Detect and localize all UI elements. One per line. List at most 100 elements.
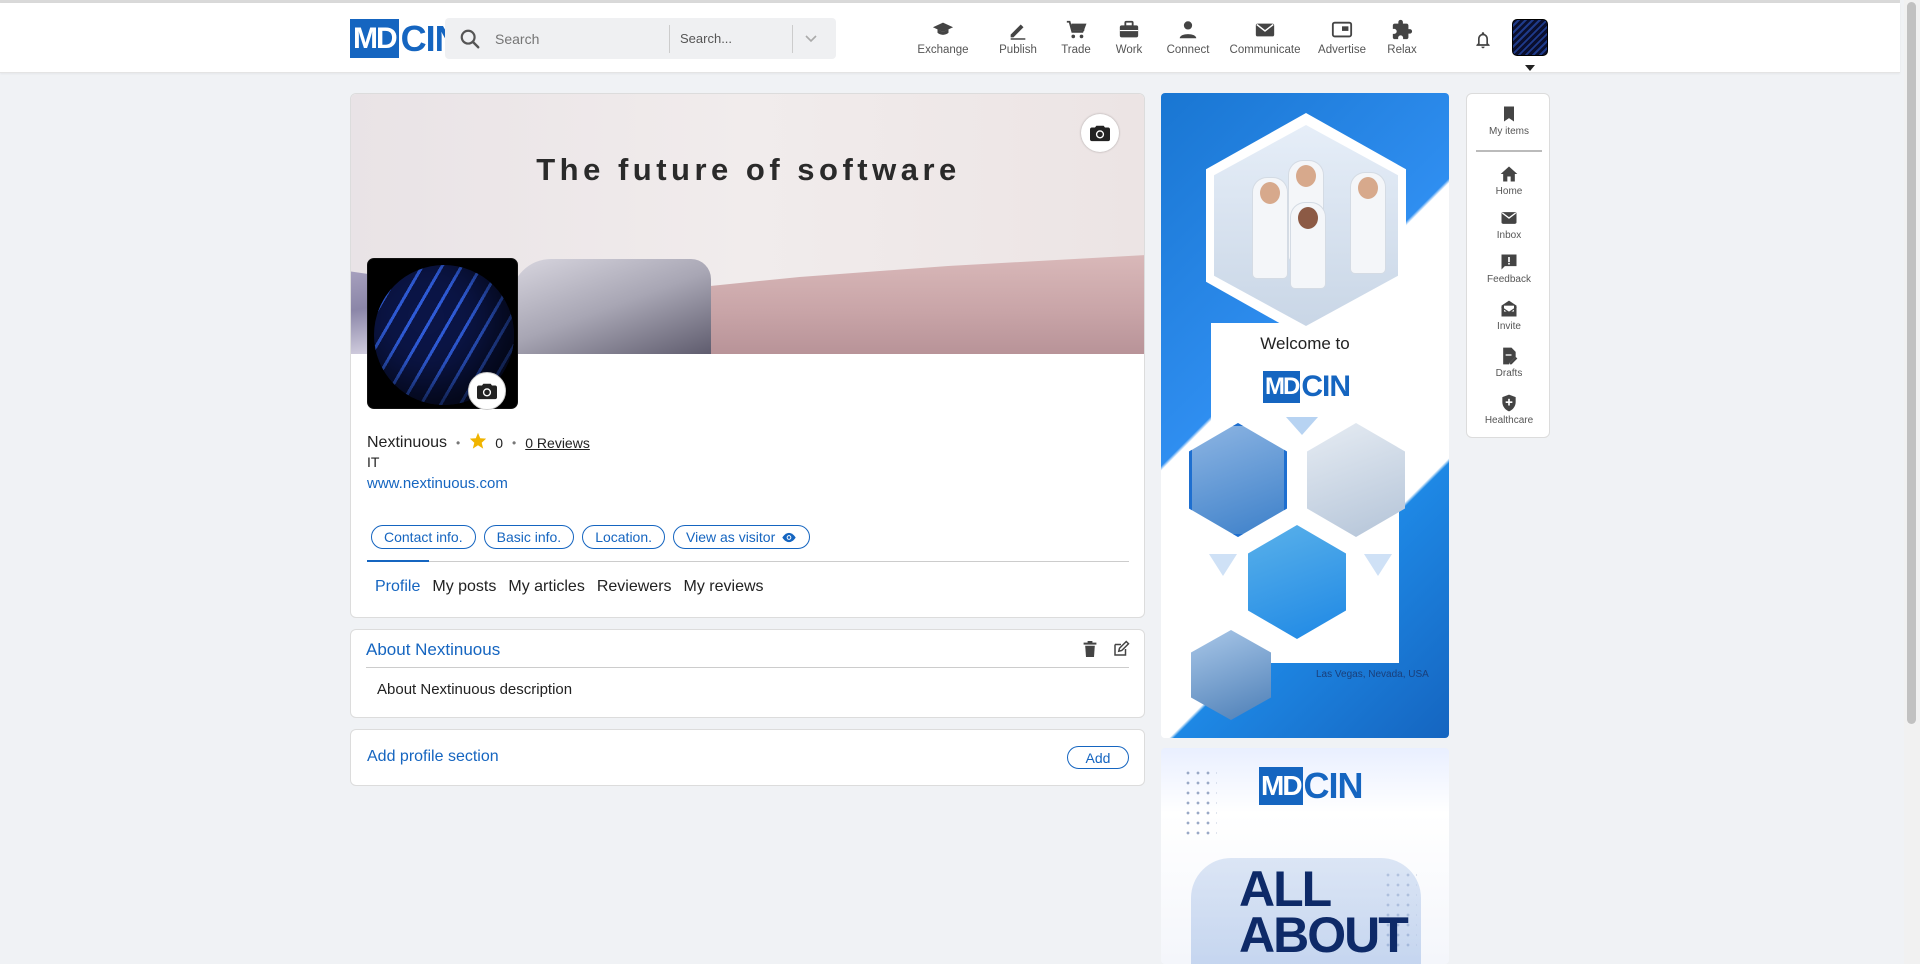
home-icon — [1500, 166, 1518, 182]
ad-logo-cin: CIN — [1303, 765, 1364, 806]
sidebar-item-feedback[interactable]: Feedback — [1467, 252, 1551, 285]
cover-human-hand — [651, 255, 1144, 354]
nav-connect[interactable]: Connect — [1161, 19, 1215, 63]
search-bar: Search... — [445, 18, 836, 59]
ad-logo-md: MD — [1259, 767, 1303, 805]
about-divider — [366, 667, 1129, 668]
location-chip[interactable]: Location. — [582, 525, 666, 549]
separator-dot: • — [512, 436, 517, 450]
profile-chips: Contact info. Basic info. Location. View… — [371, 525, 811, 549]
ad-doctor-figure — [1291, 203, 1325, 288]
bell-icon[interactable] — [1473, 29, 1493, 56]
profile-card: The future of software Nextinuous • 0 • … — [350, 93, 1145, 618]
ad-triangle — [1364, 554, 1392, 576]
shield-icon — [1502, 394, 1516, 412]
reviews-link[interactable]: 0 Reviews — [525, 435, 590, 451]
sidebar-item-home[interactable]: Home — [1467, 164, 1551, 197]
search-scope-select[interactable]: Search... — [680, 31, 792, 46]
profile-industry: IT — [367, 454, 380, 470]
cover-robot-hand — [511, 259, 711, 354]
tab-my-posts[interactable]: My posts — [432, 578, 496, 596]
logo-md: MD — [350, 19, 399, 58]
mdcin-logo[interactable]: MD CIN — [350, 19, 461, 58]
ad-triangle — [1209, 554, 1237, 576]
ad-headline: ALL ABOUT — [1239, 861, 1409, 960]
user-avatar[interactable] — [1512, 19, 1548, 56]
top-navbar: MD CIN Search... Exchange Publish Trade … — [0, 3, 1900, 73]
search-icon[interactable] — [445, 28, 495, 50]
camera-icon — [477, 383, 497, 400]
search-divider — [669, 24, 670, 53]
nav-label: Trade — [1061, 44, 1091, 56]
nav-advertise[interactable]: Advertise — [1311, 19, 1373, 63]
nav-communicate[interactable]: Communicate — [1225, 19, 1305, 63]
nav-label: Work — [1115, 44, 1143, 56]
search-input[interactable] — [495, 30, 665, 47]
chip-label: Basic info. — [496, 529, 562, 545]
nav-publish[interactable]: Publish — [986, 19, 1050, 63]
tab-reviewers[interactable]: Reviewers — [597, 578, 672, 596]
drafts-icon — [1503, 347, 1518, 365]
ad-banner-welcome[interactable]: Welcome to MD CIN Las Vegas, Nevada, USA — [1161, 93, 1449, 738]
main-nav: Exchange Publish Trade Work Connect Comm… — [910, 19, 1425, 63]
tab-my-articles[interactable]: My articles — [508, 578, 584, 596]
ad-triangle — [1286, 417, 1318, 435]
sidebar-item-my-items[interactable]: My items — [1467, 104, 1551, 137]
envelope-icon — [1255, 23, 1275, 37]
nav-exchange[interactable]: Exchange — [910, 19, 976, 63]
nav-label: Advertise — [1318, 44, 1366, 56]
change-profile-picture-button[interactable] — [468, 372, 506, 410]
chevron-down-icon[interactable] — [793, 34, 829, 44]
tabs-divider — [367, 561, 1129, 562]
basic-info-chip[interactable]: Basic info. — [483, 525, 575, 549]
sidebar-item-drafts[interactable]: Drafts — [1467, 346, 1551, 379]
nav-trade[interactable]: Trade — [1053, 19, 1099, 63]
sidebar-item-label: My items — [1489, 126, 1529, 137]
graduation-cap-icon — [932, 22, 954, 35]
about-description: About Nextinuous description — [377, 681, 573, 698]
tab-my-reviews[interactable]: My reviews — [684, 578, 764, 596]
page-scrollbar[interactable] — [1904, 0, 1920, 964]
chip-label: Contact info. — [384, 529, 463, 545]
profile-name: Nextinuous — [367, 434, 448, 451]
tab-profile[interactable]: Profile — [375, 578, 420, 596]
change-cover-button[interactable] — [1081, 114, 1119, 152]
ad-banner-health[interactable]: MD CIN ALL ABOUT — [1161, 748, 1449, 964]
add-section-button[interactable]: Add — [1067, 746, 1129, 769]
cover-title: The future of software — [536, 152, 961, 187]
ad-mdcin-logo: MD CIN — [1259, 765, 1364, 806]
contact-info-chip[interactable]: Contact info. — [371, 525, 476, 549]
scrollbar-thumb[interactable] — [1907, 2, 1916, 724]
sidebar-item-label: Feedback — [1487, 274, 1531, 285]
ad-logo-cin: CIN — [1301, 370, 1351, 403]
about-section: About Nextinuous About Nextinuous descri… — [350, 629, 1145, 718]
cart-icon — [1066, 20, 1087, 39]
separator-dot: • — [456, 436, 461, 450]
sidebar-item-invite[interactable]: Invite — [1467, 299, 1551, 332]
puzzle-icon — [1392, 19, 1413, 40]
nav-label: Communicate — [1229, 44, 1301, 56]
ad-mdcin-logo: MD CIN — [1263, 370, 1351, 403]
briefcase-icon — [1119, 20, 1139, 38]
nav-label: Exchange — [917, 44, 969, 56]
invite-icon — [1501, 300, 1517, 317]
star-icon — [469, 432, 487, 454]
ad-doctor-figure — [1351, 173, 1385, 273]
ad-logo-md: MD — [1263, 371, 1300, 403]
add-section-title: Add profile section — [367, 748, 499, 765]
caret-down-icon[interactable] — [1525, 65, 1535, 71]
ad-location-text: Las Vegas, Nevada, USA — [1316, 669, 1429, 680]
nav-label: Relax — [1387, 44, 1417, 56]
sidebar-item-inbox[interactable]: Inbox — [1467, 208, 1551, 241]
ad-headline-line: ALL — [1239, 861, 1332, 917]
bookmark-icon — [1504, 106, 1514, 122]
trash-icon[interactable] — [1082, 640, 1098, 663]
nav-work[interactable]: Work — [1106, 19, 1152, 63]
profile-website-link[interactable]: www.nextinuous.com — [367, 475, 508, 492]
camera-icon — [1090, 125, 1110, 142]
nav-relax[interactable]: Relax — [1379, 19, 1425, 63]
sidebar-item-healthcare[interactable]: Healthcare — [1467, 393, 1551, 426]
view-as-visitor-chip[interactable]: View as visitor — [673, 525, 811, 549]
sidebar-item-label: Healthcare — [1484, 415, 1534, 426]
edit-icon[interactable] — [1112, 640, 1130, 663]
